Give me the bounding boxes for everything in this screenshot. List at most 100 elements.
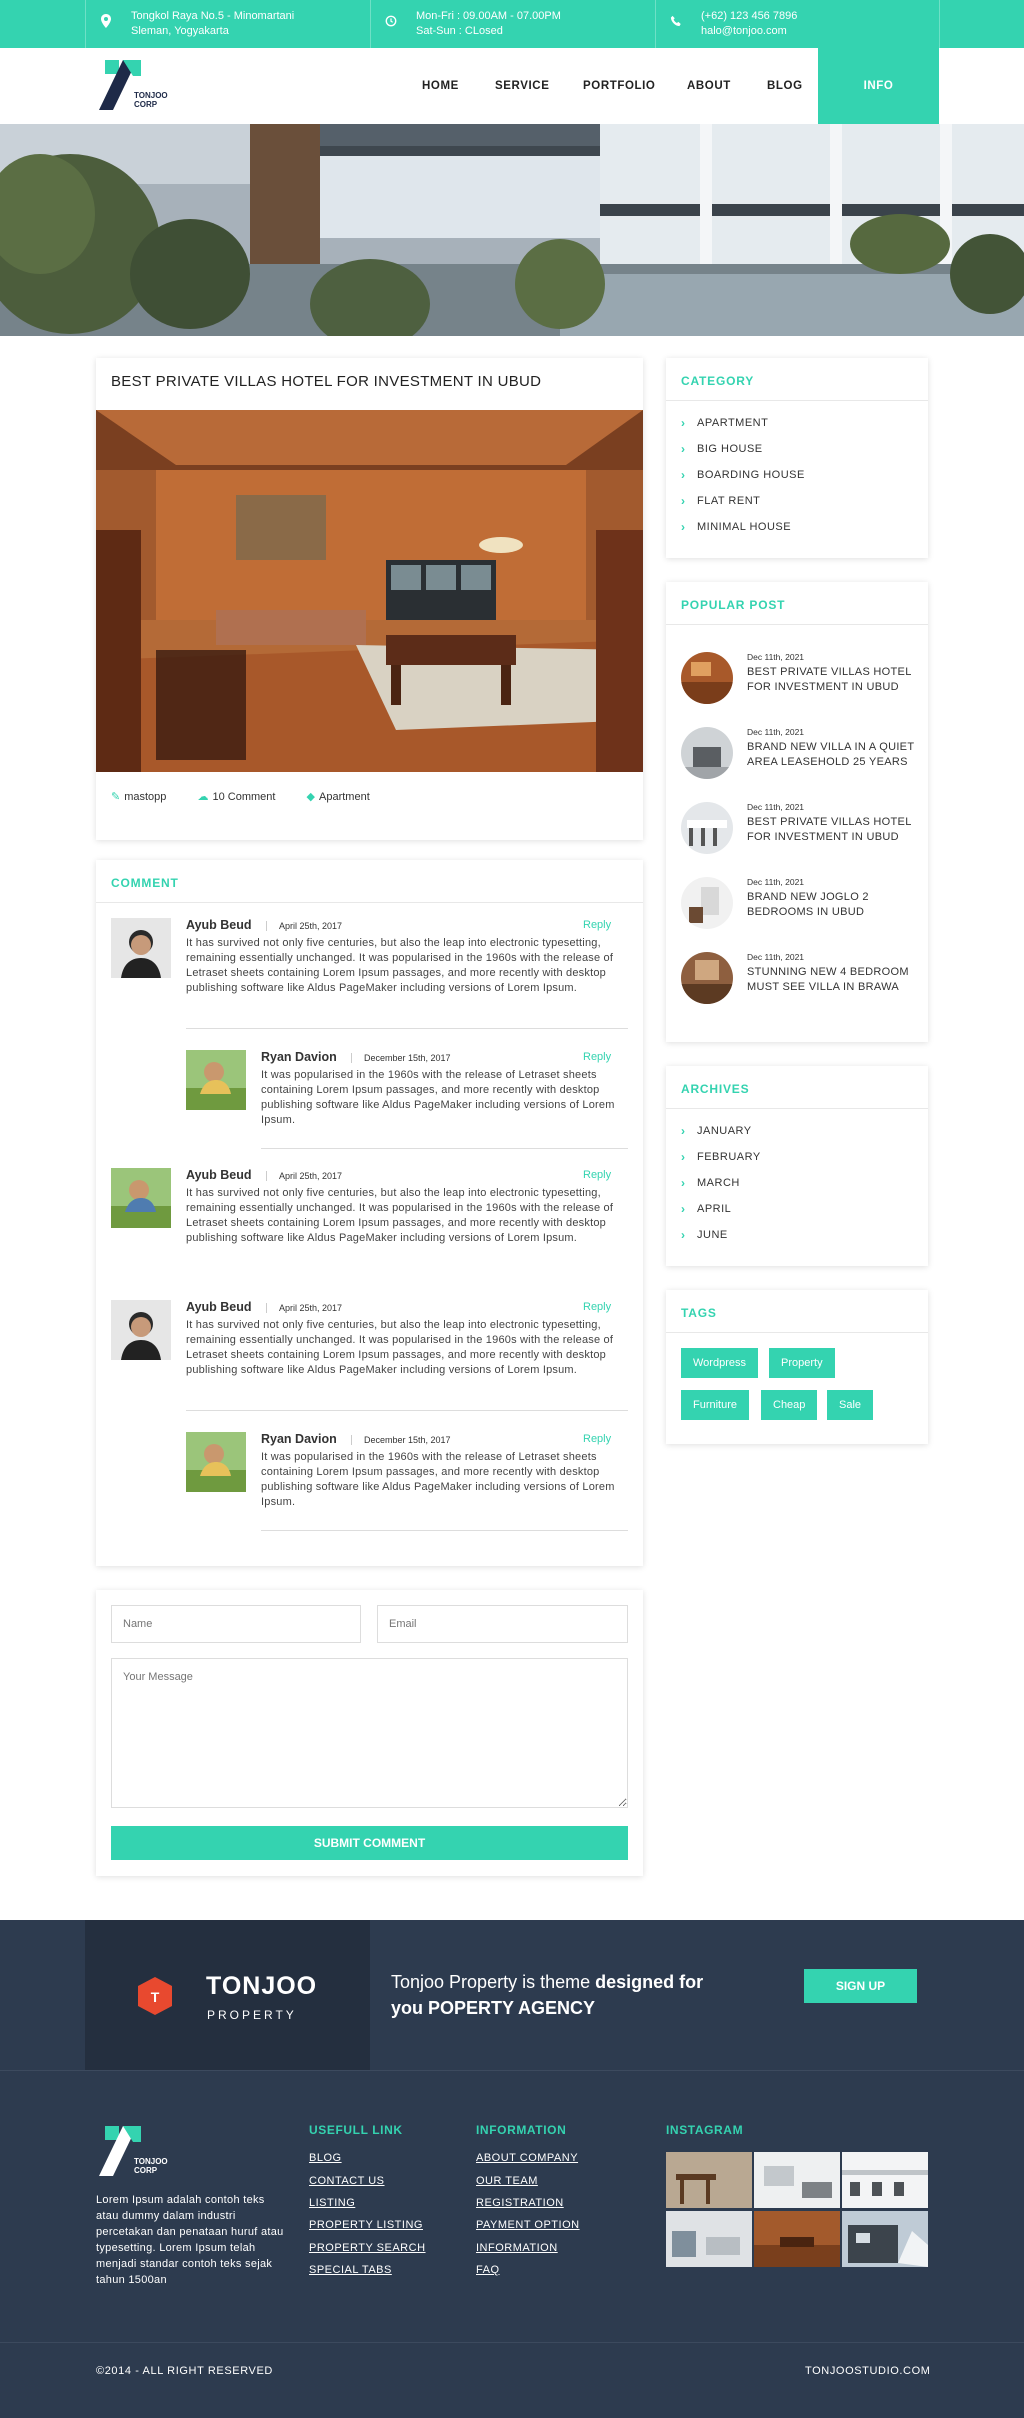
- instagram-photo[interactable]: [754, 2152, 840, 2208]
- comment-author: Ryan Davion: [261, 1050, 337, 1064]
- nav-info-korona[interactable]: INFO KORONA: [818, 48, 939, 168]
- message-textarea[interactable]: [111, 1658, 628, 1808]
- popular-post-item[interactable]: Dec 11th, 2021 STUNNING NEW 4 BEDROOM MU…: [681, 952, 921, 1012]
- comment-author: Ryan Davion: [261, 1432, 337, 1446]
- comment-reply-item: Ryan Davion December 15th, 2017 Reply It…: [186, 1432, 628, 1542]
- site-link[interactable]: TONJOOSTUDIO.COM: [805, 2365, 931, 2377]
- nav-portfolio[interactable]: PORTFOLIO: [583, 48, 655, 124]
- archive-label: MARCH: [697, 1177, 740, 1189]
- footer-link-blog[interactable]: BLOG: [309, 2152, 342, 2164]
- reply-button[interactable]: Reply: [583, 1433, 611, 1445]
- top-info-bar: Tongkol Raya No.5 - Minomartani Sleman, Y…: [0, 0, 1024, 48]
- post-card: BEST PRIVATE VILLAS HOTEL FOR INVESTMENT…: [96, 358, 643, 840]
- divider: [666, 1108, 928, 1109]
- footer-link-our-team[interactable]: OUR TEAM: [476, 2175, 538, 2187]
- category-item[interactable]: › BOARDING HOUSE: [681, 462, 805, 488]
- footer-link-faq[interactable]: FAQ: [476, 2264, 500, 2276]
- footer-logo[interactable]: TONJOO CORP: [97, 2124, 183, 2183]
- footer-link-property-search[interactable]: PROPERTY SEARCH: [309, 2242, 426, 2254]
- archive-item[interactable]: › MARCH: [681, 1170, 761, 1196]
- reply-button[interactable]: Reply: [583, 919, 611, 931]
- phone-number[interactable]: (+62) 123 456 7896: [701, 9, 941, 24]
- comment-form: SUBMIT COMMENT: [96, 1590, 643, 1876]
- tag-furniture[interactable]: Furniture: [681, 1390, 750, 1420]
- chevron-right-icon: ›: [681, 468, 686, 482]
- post-featured-image: [96, 410, 643, 772]
- email-address[interactable]: halo@tonjoo.com: [701, 24, 941, 39]
- category-item[interactable]: › APARTMENT: [681, 410, 805, 436]
- footer-link-payment-option[interactable]: PAYMENT OPTION: [476, 2219, 580, 2231]
- instagram-photo[interactable]: [666, 2211, 752, 2267]
- post-category[interactable]: ◆ Apartment: [307, 791, 384, 803]
- comment-item: Ayub Beud April 25th, 2017 Reply It has …: [111, 1300, 628, 1420]
- cta-brand-name: TONJOO: [206, 1972, 318, 2000]
- category-item[interactable]: › FLAT RENT: [681, 488, 805, 514]
- reply-button[interactable]: Reply: [583, 1051, 611, 1063]
- comment-date: December 15th, 2017: [351, 1053, 451, 1063]
- footer-link-property-listing[interactable]: PROPERTY LISTING: [309, 2219, 423, 2231]
- reply-button[interactable]: Reply: [583, 1169, 611, 1181]
- sign-up-button[interactable]: SIGN UP: [804, 1969, 917, 2003]
- footer-link-contact[interactable]: CONTACT US: [309, 2175, 385, 2187]
- comment-icon: ☁: [197, 791, 209, 803]
- category-label: MINIMAL HOUSE: [697, 521, 792, 533]
- tag-property[interactable]: Property: [769, 1348, 835, 1378]
- useful-links-title: USEFULL LINK: [309, 2123, 403, 2137]
- nav-blog[interactable]: BLOG: [767, 48, 803, 124]
- cta-text-a: Tonjoo Property is theme: [391, 1972, 596, 1992]
- popular-post-item[interactable]: Dec 11th, 2021 BRAND NEW VILLA IN A QUIE…: [681, 727, 921, 787]
- tag-sale[interactable]: Sale: [827, 1390, 874, 1420]
- post-title[interactable]: BEST PRIVATE VILLAS HOTEL FOR INVESTMENT…: [111, 373, 541, 390]
- instagram-photo[interactable]: [666, 2152, 752, 2208]
- avatar: [111, 1300, 171, 1360]
- archive-item[interactable]: › JUNE: [681, 1222, 761, 1248]
- popular-post-title: BEST PRIVATE VILLAS HOTEL FOR INVESTMENT…: [747, 816, 912, 843]
- archive-item[interactable]: › APRIL: [681, 1196, 761, 1222]
- popular-post-item[interactable]: Dec 11th, 2021 BEST PRIVATE VILLAS HOTEL…: [681, 652, 921, 712]
- post-comment-count[interactable]: ☁ 10 Comment: [197, 791, 289, 803]
- archive-item[interactable]: › JANUARY: [681, 1118, 761, 1144]
- popular-post-item[interactable]: Dec 11th, 2021 BEST PRIVATE VILLAS HOTEL…: [681, 802, 921, 862]
- comment-author: Ayub Beud: [186, 918, 252, 932]
- instagram-photo[interactable]: [754, 2211, 840, 2267]
- hours-line-2: Sat-Sun : CLosed: [416, 25, 503, 37]
- divider: [666, 1332, 928, 1333]
- chevron-right-icon: ›: [681, 1202, 686, 1216]
- nav-service[interactable]: SERVICE: [495, 48, 549, 124]
- category-item[interactable]: › BIG HOUSE: [681, 436, 805, 462]
- footer-link-special-tabs[interactable]: SPECIAL TABS: [309, 2264, 392, 2276]
- post-meta: ✎ mastopp ☁ 10 Comment ◆ Apartment: [111, 790, 398, 803]
- avatar: [186, 1432, 246, 1492]
- tag-cheap[interactable]: Cheap: [761, 1390, 818, 1420]
- popular-post-thumb: [681, 652, 733, 704]
- comment-author: Ayub Beud: [186, 1300, 252, 1314]
- footer-link-about-company[interactable]: ABOUT COMPANY: [476, 2152, 578, 2164]
- popular-post-date: Dec 11th, 2021: [747, 802, 805, 812]
- site-logo[interactable]: TONJOO CORP: [97, 58, 177, 112]
- archive-item[interactable]: › FEBRUARY: [681, 1144, 761, 1170]
- avatar: [111, 1168, 171, 1228]
- avatar: [186, 1050, 246, 1110]
- email-input[interactable]: [377, 1605, 628, 1643]
- hours-info: Mon-Fri : 09.00AM - 07.00PM Sat-Sun : CLo…: [370, 0, 655, 48]
- popular-title: POPULAR POST: [681, 598, 786, 612]
- post-author[interactable]: ✎ mastopp: [111, 791, 180, 803]
- reply-button[interactable]: Reply: [583, 1301, 611, 1313]
- svg-text:CORP: CORP: [134, 2166, 158, 2175]
- popular-post-item[interactable]: Dec 11th, 2021 BRAND NEW JOGLO 2 BEDROOM…: [681, 877, 921, 937]
- submit-comment-button[interactable]: SUBMIT COMMENT: [111, 1826, 628, 1860]
- nav-about[interactable]: ABOUT: [687, 48, 731, 124]
- tag-wordpress[interactable]: Wordpress: [681, 1348, 758, 1378]
- tags-widget: TAGS Wordpress Property Furniture Cheap …: [666, 1290, 928, 1444]
- footer-link-information[interactable]: INFORMATION: [476, 2242, 558, 2254]
- name-input[interactable]: [111, 1605, 361, 1643]
- chevron-right-icon: ›: [681, 520, 686, 534]
- divider: [261, 1530, 628, 1531]
- popular-post-title: STUNNING NEW 4 BEDROOM MUST SEE VILLA IN…: [747, 966, 909, 993]
- instagram-photo[interactable]: [842, 2152, 928, 2208]
- footer-link-registration[interactable]: REGISTRATION: [476, 2197, 564, 2209]
- instagram-photo[interactable]: [842, 2211, 928, 2267]
- nav-home[interactable]: HOME: [422, 48, 459, 124]
- category-item[interactable]: › MINIMAL HOUSE: [681, 514, 805, 540]
- footer-link-listing[interactable]: LISTING: [309, 2197, 355, 2209]
